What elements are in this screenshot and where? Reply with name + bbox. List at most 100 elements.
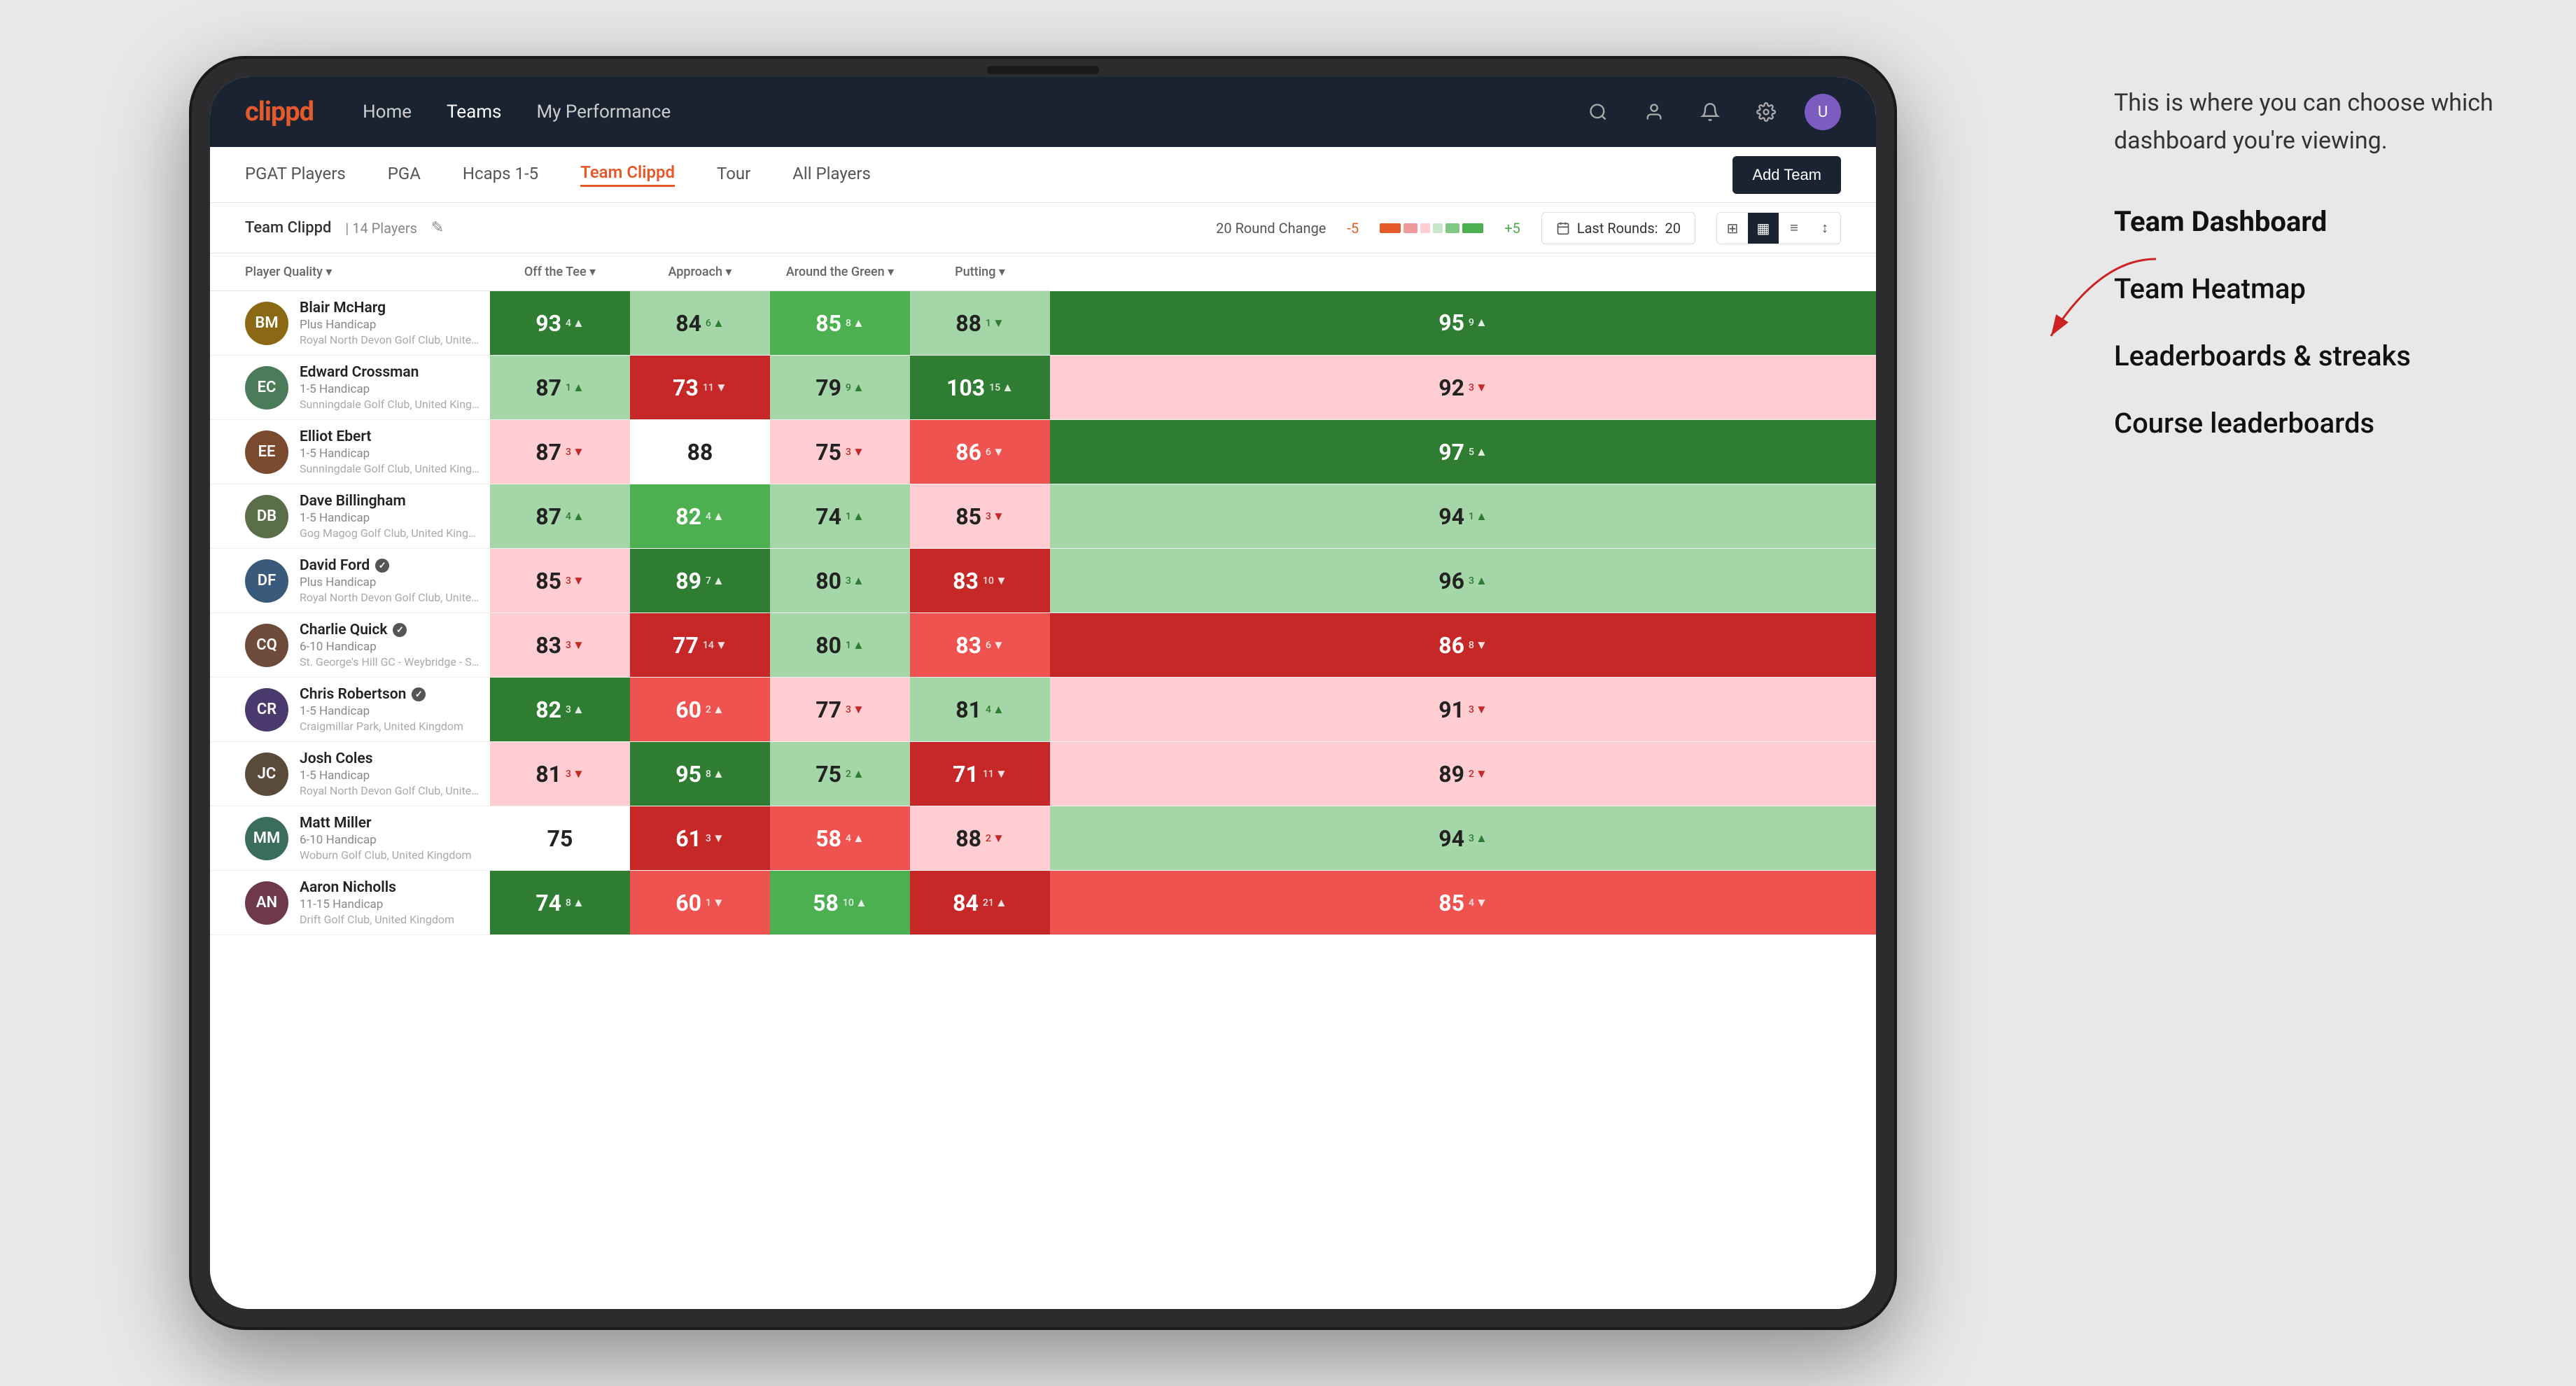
annotation-menu-item-leaderboards[interactable]: Leaderboards & streaks — [2114, 337, 2520, 376]
metric-inner: 803▲ — [770, 549, 910, 612]
metric-value: 61 — [676, 825, 701, 852]
page-wrapper: clippd Home Teams My Performance — [0, 0, 2576, 1386]
verified-badge-icon: ✓ — [412, 687, 426, 701]
metric-inner: 602▲ — [630, 678, 770, 741]
metric-cell-putting: 868▼ — [1050, 613, 1876, 678]
metric-value: 80 — [816, 632, 841, 659]
annotation-menu-item-team-heatmap[interactable]: Team Heatmap — [2114, 270, 2520, 309]
metric-cell-around-green: 814▲ — [910, 678, 1050, 742]
subnav-team-clippd[interactable]: Team Clippd — [580, 162, 675, 187]
metric-inner: 753▼ — [770, 420, 910, 484]
metric-cell-approach: 584▲ — [770, 806, 910, 871]
metric-change: 3▼ — [846, 445, 864, 459]
metric-value: 87 — [536, 374, 561, 401]
table-row[interactable]: BMBlair McHargPlus HandicapRoyal North D… — [210, 291, 1876, 356]
table-row[interactable]: EEElliot Ebert1-5 HandicapSunningdale Go… — [210, 420, 1876, 484]
col-header-around-green[interactable]: Around the Green ▾ — [770, 253, 910, 291]
sort-view-button[interactable]: ↕ — [1809, 213, 1840, 244]
verified-badge-icon: ✓ — [375, 559, 389, 573]
subnav-hcaps[interactable]: Hcaps 1-5 — [463, 164, 538, 186]
player-cell: DFDavid Ford✓Plus HandicapRoyal North De… — [210, 549, 490, 612]
table-row[interactable]: DFDavid Ford✓Plus HandicapRoyal North De… — [210, 549, 1876, 613]
player-handicap: Plus Handicap — [300, 575, 482, 589]
grid-view-button[interactable]: ⊞ — [1717, 213, 1748, 244]
search-icon[interactable] — [1581, 94, 1616, 130]
col-header-off-tee[interactable]: Off the Tee ▾ — [490, 253, 630, 291]
annotation-menu-item-team-dashboard[interactable]: Team Dashboard — [2114, 202, 2520, 241]
player-name: Blair McHarg — [300, 300, 482, 316]
metric-cell-off-tee: 846▲ — [630, 291, 770, 356]
table-row[interactable]: DBDave Billingham1-5 HandicapGog Magog G… — [210, 484, 1876, 549]
table-row[interactable]: CR Chris Robertson✓1-5 HandicapCraigmilla… — [210, 678, 1876, 742]
color-bar — [1380, 223, 1483, 233]
player-name: Dave Billingham — [300, 493, 482, 510]
nav-item-home[interactable]: Home — [363, 102, 412, 122]
metric-change: 11▼ — [983, 767, 1007, 781]
nav-item-teams[interactable]: Teams — [447, 102, 501, 122]
last-rounds-button[interactable]: Last Rounds: 20 — [1541, 212, 1695, 244]
user-avatar-nav[interactable]: U — [1805, 94, 1841, 130]
list-view-button[interactable]: ≡ — [1779, 213, 1809, 244]
settings-icon[interactable] — [1749, 94, 1784, 130]
nav-icons: U — [1581, 94, 1841, 130]
subnav-pgat[interactable]: PGAT Players — [245, 164, 346, 186]
nav-item-performance[interactable]: My Performance — [536, 102, 671, 122]
col-header-player[interactable]: Player Quality ▾ — [210, 253, 490, 291]
metric-inner: 799▲ — [770, 356, 910, 419]
metric-value: 91 — [1438, 696, 1464, 723]
player-info: Blair McHargPlus HandicapRoyal North Dev… — [300, 300, 482, 346]
metric-value: 60 — [676, 696, 701, 723]
metric-change: 15▲ — [989, 381, 1014, 395]
add-team-button[interactable]: Add Team — [1732, 156, 1841, 194]
metric-value: 95 — [676, 761, 701, 788]
metric-inner: 874▲ — [490, 484, 630, 548]
metric-inner: 853▼ — [910, 484, 1050, 548]
metric-cell-player-quality: 823▲ — [490, 678, 630, 742]
metric-change: 1▼ — [706, 896, 724, 910]
metric-change: 21▲ — [983, 896, 1007, 910]
metric-change: 1▲ — [846, 638, 864, 652]
heatmap-view-button[interactable]: ▦ — [1748, 213, 1779, 244]
subnav-all-players[interactable]: All Players — [792, 164, 871, 186]
player-info: Chris Robertson✓1-5 HandicapCraigmillar … — [300, 686, 463, 733]
metric-cell-around-green: 8421▲ — [910, 871, 1050, 935]
avatar: DF — [245, 559, 288, 603]
edit-icon[interactable]: ✎ — [431, 219, 444, 237]
table-row[interactable]: CQCharlie Quick✓6-10 HandicapSt. George'… — [210, 613, 1876, 678]
metric-cell-off-tee: 824▲ — [630, 484, 770, 549]
metric-cell-player-quality: 813▼ — [490, 742, 630, 806]
player-name: Aaron Nicholls — [300, 879, 454, 896]
metric-value: 93 — [536, 310, 561, 337]
metric-cell-approach: 773▼ — [770, 678, 910, 742]
player-info: Elliot Ebert1-5 HandicapSunningdale Golf… — [300, 428, 482, 475]
metric-cell-putting: 959▲ — [1050, 291, 1876, 356]
ipad-screen: clippd Home Teams My Performance — [210, 77, 1876, 1309]
bell-icon[interactable] — [1693, 94, 1728, 130]
subnav-pga[interactable]: PGA — [388, 164, 421, 186]
metric-cell-off-tee: 7714▼ — [630, 613, 770, 678]
metric-change: 4▲ — [566, 316, 584, 330]
metric-inner: 941▲ — [1050, 484, 1876, 548]
col-header-putting[interactable]: Putting ▾ — [910, 253, 1050, 291]
metric-inner: 741▲ — [770, 484, 910, 548]
metric-value: 85 — [1438, 890, 1464, 916]
table-row[interactable]: ANAaron Nicholls11-15 HandicapDrift Golf… — [210, 871, 1876, 935]
col-header-approach[interactable]: Approach ▾ — [630, 253, 770, 291]
table-row[interactable]: EC Edward Crossman1-5 HandicapSunningdale… — [210, 356, 1876, 420]
table-row[interactable]: MMMatt Miller6-10 HandicapWoburn Golf Cl… — [210, 806, 1876, 871]
metric-inner: 601▼ — [630, 871, 770, 934]
metric-change: 3▼ — [846, 703, 864, 717]
avatar: CR — [245, 688, 288, 732]
table-row[interactable]: JCJosh Coles1-5 HandicapRoyal North Devo… — [210, 742, 1876, 806]
player-cell: MMMatt Miller6-10 HandicapWoburn Golf Cl… — [210, 806, 490, 870]
user-icon[interactable] — [1637, 94, 1672, 130]
avatar: EC — [245, 366, 288, 410]
player-info: Edward Crossman1-5 HandicapSunningdale G… — [300, 364, 482, 411]
metric-change: 10▼ — [983, 574, 1007, 588]
subnav-tour[interactable]: Tour — [717, 164, 750, 186]
avatar: CQ — [245, 624, 288, 667]
annotation-menu-item-course-leaderboards[interactable]: Course leaderboards — [2114, 404, 2520, 443]
metric-value: 58 — [813, 890, 839, 916]
metric-inner: 773▼ — [770, 678, 910, 741]
metric-change: 3▲ — [1469, 832, 1488, 846]
